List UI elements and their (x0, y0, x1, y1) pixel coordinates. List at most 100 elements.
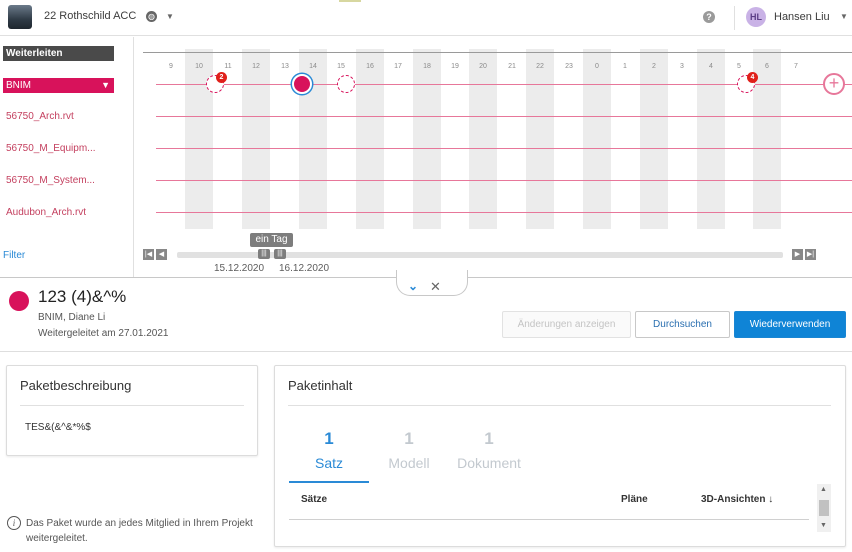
avatar[interactable]: HL (746, 7, 766, 27)
day-label: 7 (794, 63, 798, 70)
range-end-date: 16.12.2020 (279, 263, 330, 274)
day-label: 22 (536, 63, 544, 70)
reuse-button[interactable]: Wiederverwenden (734, 311, 846, 338)
file-lane-item[interactable]: 56750_M_Equipm... (6, 143, 96, 154)
lane-sidebar: Weiterleiten BNIM ▼ 56750_Arch.rvt 56750… (0, 37, 134, 277)
day-label: 0 (595, 63, 599, 70)
day-column-shade (526, 49, 554, 229)
tab-model-count[interactable]: 1 (369, 429, 449, 449)
package-owner: BNIM, Diane Li (38, 312, 106, 323)
description-card: Paketbeschreibung TES&(&^&*%$ (6, 365, 258, 456)
forwarded-lane-label: Weiterleiten (3, 46, 114, 61)
collapse-chevron-icon[interactable]: ⌄ (408, 279, 418, 293)
day-column-shade (469, 49, 497, 229)
file-lane-item[interactable]: 56750_Arch.rvt (6, 111, 74, 122)
team-dropdown[interactable]: BNIM ▼ (3, 78, 114, 93)
day-label: 21 (508, 63, 516, 70)
column-header-sheets[interactable]: Pläne (621, 494, 648, 505)
contents-title: Paketinhalt (288, 378, 353, 393)
range-handle-start[interactable]: ||| (258, 249, 270, 259)
lane-line (156, 148, 852, 149)
team-label: BNIM (6, 80, 31, 91)
show-changes-button[interactable]: Änderungen anzeigen (502, 311, 631, 338)
day-label: 11 (224, 63, 232, 70)
day-label: 9 (169, 63, 173, 70)
day-label: 23 (565, 63, 573, 70)
file-lane-item[interactable]: 56750_M_System... (6, 175, 95, 186)
top-header: 22 Rothschild ACC ◍ ▼ ? HL Hansen Liu ▼ (0, 0, 852, 36)
range-handle-end[interactable]: ||| (274, 249, 286, 259)
day-label: 18 (423, 63, 431, 70)
contents-card: Paketinhalt 1 Satz 1 Modell 1 Dokument S… (274, 365, 846, 547)
file-lane-item[interactable]: Audubon_Arch.rvt (6, 207, 86, 218)
scrollbar-thumb[interactable] (819, 500, 829, 516)
scroll-prev-icon[interactable]: ◀ (156, 249, 167, 260)
day-column-shade (640, 49, 668, 229)
day-label: 16 (366, 63, 374, 70)
day-label: 15 (337, 63, 345, 70)
description-text: TES&(&^&*%$ (25, 422, 91, 433)
card-divider (20, 405, 244, 406)
browse-button[interactable]: Durchsuchen (635, 311, 730, 338)
scroll-first-icon[interactable]: |◀ (143, 249, 154, 260)
package-forwarded-date: Weitergeleitet am 27.01.2021 (38, 328, 169, 339)
header-divider (734, 6, 735, 30)
day-column-shade (242, 49, 270, 229)
day-label: 10 (195, 63, 203, 70)
project-chevron-down-icon[interactable]: ▼ (166, 12, 174, 21)
user-chevron-down-icon[interactable]: ▼ (840, 12, 848, 21)
range-start-date: 15.12.2020 (214, 263, 265, 274)
project-thumbnail[interactable] (8, 5, 32, 29)
day-column-shade (413, 49, 441, 229)
active-tab-indicator (289, 481, 369, 483)
scroll-last-icon[interactable]: ▶| (805, 249, 816, 260)
column-header-sets[interactable]: Sätze (301, 494, 327, 505)
day-column-shade (356, 49, 384, 229)
day-label: 2 (652, 63, 656, 70)
info-icon: i (7, 516, 21, 530)
range-label: ein Tag (250, 233, 293, 247)
tab-set[interactable]: Satz (289, 455, 369, 471)
day-label: 4 (709, 63, 713, 70)
day-label: 6 (765, 63, 769, 70)
day-column-shade (697, 49, 725, 229)
day-column-shade (583, 49, 611, 229)
add-package-icon[interactable]: + (823, 73, 845, 95)
card-divider (288, 405, 831, 406)
day-label: 17 (394, 63, 402, 70)
help-icon[interactable]: ? (703, 11, 715, 23)
table-scrollbar[interactable]: ▲ ▼ (817, 484, 831, 532)
day-label: 12 (252, 63, 260, 70)
package-marker-pending[interactable] (337, 75, 355, 93)
column-header-3d-views[interactable]: 3D-Ansichten ↓ (701, 494, 773, 505)
day-label: 1 (623, 63, 627, 70)
package-marker-selected[interactable] (292, 74, 312, 94)
section-divider (0, 351, 852, 352)
user-name[interactable]: Hansen Liu (774, 11, 830, 23)
globe-icon[interactable]: ◍ (146, 11, 157, 22)
lane-line (156, 212, 852, 213)
day-label: 14 (309, 63, 317, 70)
project-name[interactable]: 22 Rothschild ACC (44, 10, 136, 22)
chevron-down-icon: ▼ (101, 80, 110, 90)
filter-link[interactable]: Filter (3, 250, 25, 261)
tab-model[interactable]: Modell (369, 455, 449, 471)
lane-line (156, 180, 852, 181)
day-label: 3 (680, 63, 684, 70)
tab-document-count[interactable]: 1 (449, 429, 529, 449)
day-label: 5 (737, 63, 741, 70)
day-label: 19 (451, 63, 459, 70)
description-title: Paketbeschreibung (20, 378, 132, 393)
tab-document[interactable]: Dokument (449, 455, 529, 471)
package-status-dot (9, 291, 29, 311)
lane-line (156, 116, 852, 117)
timeline-axis (143, 52, 852, 53)
scroll-next-icon[interactable]: ▶ (792, 249, 803, 260)
scroll-down-icon[interactable]: ▼ (820, 522, 827, 529)
close-icon[interactable]: ✕ (430, 279, 441, 295)
count-badge: 4 (747, 72, 758, 83)
scroll-up-icon[interactable]: ▲ (820, 486, 827, 493)
forward-notice: Das Paket wurde an jedes Mitglied in Ihr… (26, 518, 253, 544)
tab-set-count[interactable]: 1 (289, 429, 369, 449)
timeline[interactable]: 9 10 11 12 13 14 15 16 17 18 19 20 21 22 23 0 1 2 3 4 5 6 7 2 … (135, 37, 852, 277)
